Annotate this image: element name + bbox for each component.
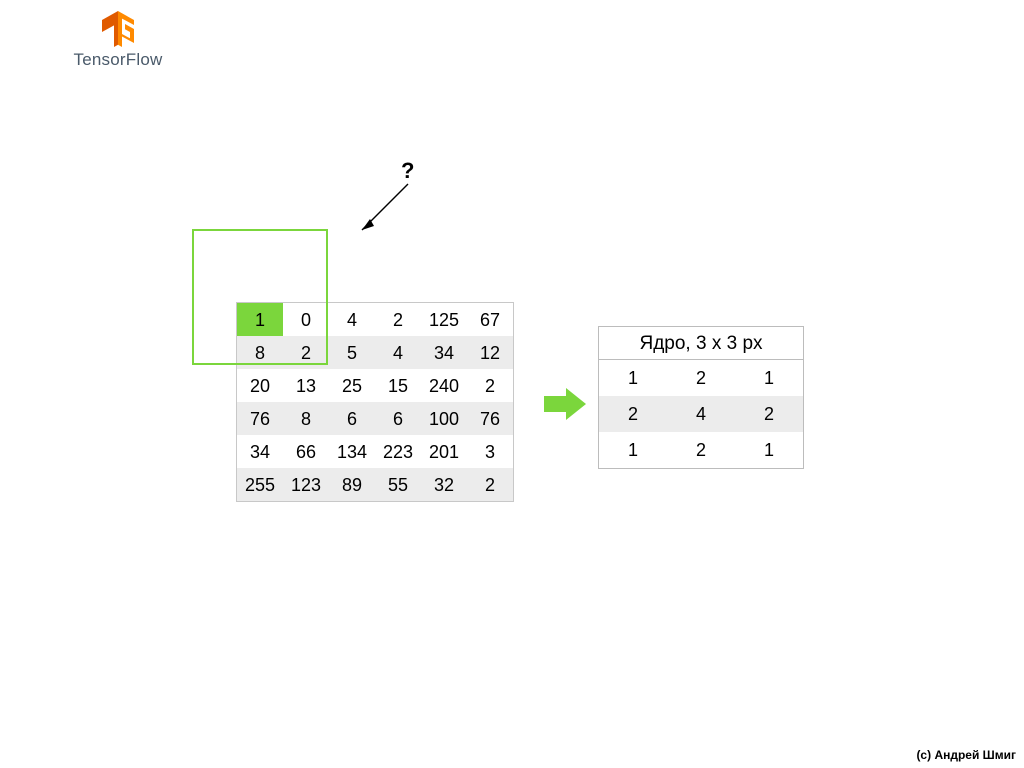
cell: 13 bbox=[283, 369, 329, 402]
kernel-table: Ядро, 3 x 3 px 1 2 1 2 4 2 1 2 1 bbox=[598, 326, 804, 469]
cell: 255 bbox=[237, 468, 284, 502]
cell: 6 bbox=[329, 402, 375, 435]
cell: 2 bbox=[599, 396, 667, 432]
cell: 125 bbox=[421, 303, 467, 337]
table-row: 1 2 1 bbox=[599, 360, 803, 396]
table-row: 1 0 4 2 125 67 bbox=[237, 303, 514, 337]
cell: 25 bbox=[329, 369, 375, 402]
cell: 3 bbox=[467, 435, 514, 468]
cell: 2 bbox=[667, 432, 735, 468]
tensorflow-text: TensorFlow bbox=[63, 50, 173, 70]
cell: 2 bbox=[375, 303, 421, 337]
cell: 123 bbox=[283, 468, 329, 502]
cell: 6 bbox=[375, 402, 421, 435]
cell: 5 bbox=[329, 336, 375, 369]
cell: 76 bbox=[237, 402, 284, 435]
cell: 201 bbox=[421, 435, 467, 468]
cell: 100 bbox=[421, 402, 467, 435]
kernel-title: Ядро, 3 x 3 px bbox=[599, 327, 803, 360]
table-row: 76 8 6 6 100 76 bbox=[237, 402, 514, 435]
cell: 2 bbox=[467, 468, 514, 502]
cell: 2 bbox=[467, 369, 514, 402]
cell: 4 bbox=[375, 336, 421, 369]
cell: 34 bbox=[237, 435, 284, 468]
cell: 2 bbox=[283, 336, 329, 369]
cell: 67 bbox=[467, 303, 514, 337]
table-row: 1 2 1 bbox=[599, 432, 803, 468]
cell: 134 bbox=[329, 435, 375, 468]
cell: 20 bbox=[237, 369, 284, 402]
cell: 240 bbox=[421, 369, 467, 402]
cell: 1 bbox=[735, 432, 803, 468]
annotation-arrow-icon bbox=[350, 180, 420, 240]
cell: 8 bbox=[237, 336, 284, 369]
cell: 0 bbox=[283, 303, 329, 337]
cell: 223 bbox=[375, 435, 421, 468]
cell: 66 bbox=[283, 435, 329, 468]
cell: 55 bbox=[375, 468, 421, 502]
cell: 1 bbox=[599, 432, 667, 468]
credit-text: (с) Андрей Шмиг bbox=[916, 748, 1016, 762]
cell: 8 bbox=[283, 402, 329, 435]
cell: 4 bbox=[667, 396, 735, 432]
cell: 76 bbox=[467, 402, 514, 435]
cell: 34 bbox=[421, 336, 467, 369]
cell: 1 bbox=[599, 360, 667, 396]
cell: 4 bbox=[329, 303, 375, 337]
cell: 12 bbox=[467, 336, 514, 369]
table-row: 8 2 5 4 34 12 bbox=[237, 336, 514, 369]
cell: 1 bbox=[237, 303, 284, 337]
table-row: 20 13 25 15 240 2 bbox=[237, 369, 514, 402]
cell: 32 bbox=[421, 468, 467, 502]
diagram-canvas: TensorFlow ? 1 0 4 2 125 67 8 2 5 4 34 bbox=[0, 0, 1024, 768]
cell: 2 bbox=[735, 396, 803, 432]
table-row: 255 123 89 55 32 2 bbox=[237, 468, 514, 502]
cell: 89 bbox=[329, 468, 375, 502]
cell: 15 bbox=[375, 369, 421, 402]
arrow-right-icon bbox=[542, 384, 590, 424]
table-row: 34 66 134 223 201 3 bbox=[237, 435, 514, 468]
tensorflow-icon bbox=[100, 10, 136, 48]
cell: 1 bbox=[735, 360, 803, 396]
input-matrix-table: 1 0 4 2 125 67 8 2 5 4 34 12 20 13 25 15… bbox=[236, 302, 514, 502]
tensorflow-logo: TensorFlow bbox=[63, 10, 173, 70]
cell: 2 bbox=[667, 360, 735, 396]
table-row: 2 4 2 bbox=[599, 396, 803, 432]
